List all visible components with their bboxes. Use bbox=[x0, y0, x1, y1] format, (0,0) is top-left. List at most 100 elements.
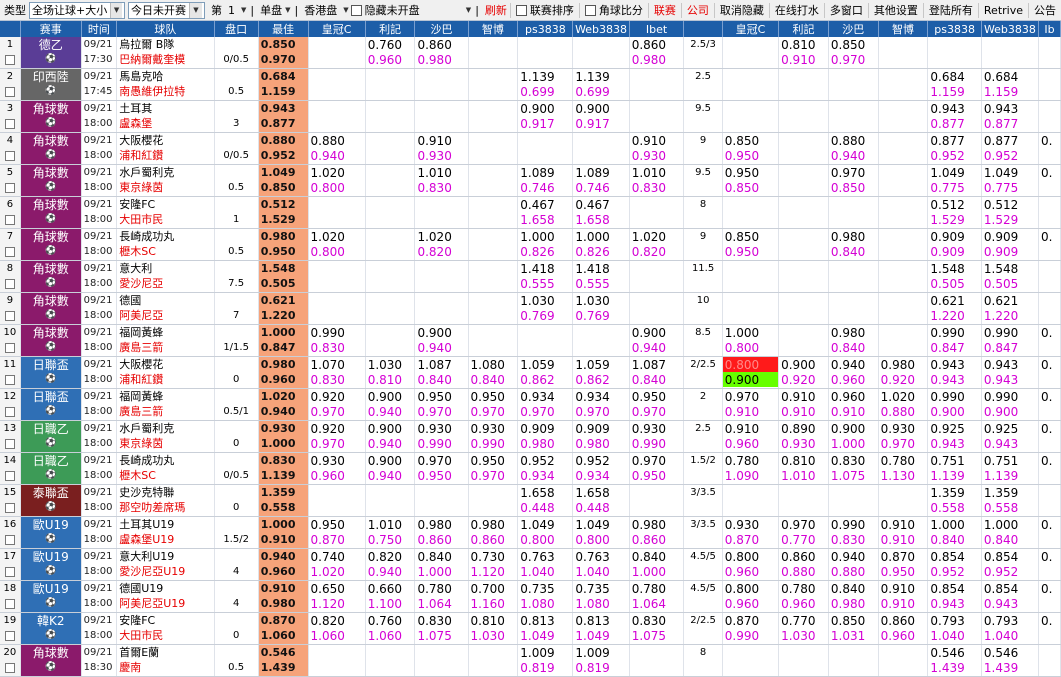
row-checkbox[interactable] bbox=[4, 631, 15, 641]
odds-away[interactable]: 1.040 bbox=[984, 628, 1036, 643]
odds-away[interactable]: 1.120 bbox=[311, 596, 363, 611]
odds-cell[interactable]: 1.049 0.775 bbox=[927, 164, 982, 197]
odds-cell[interactable]: 0.621 1.220 bbox=[981, 292, 1039, 325]
odds-home[interactable] bbox=[632, 293, 682, 308]
odds-away[interactable]: 1.120 bbox=[471, 564, 516, 579]
odds-away[interactable]: 0.930 bbox=[781, 436, 826, 451]
col-time[interactable]: 时间 bbox=[81, 21, 118, 37]
odds-home[interactable] bbox=[471, 293, 516, 308]
odds-away[interactable]: 0.819 bbox=[575, 660, 626, 675]
odds-away[interactable] bbox=[781, 340, 826, 355]
odds-cell[interactable] bbox=[365, 260, 416, 293]
odds-away[interactable]: 0.830 bbox=[417, 180, 465, 195]
odds-cell-truncated[interactable]: 0. bbox=[1038, 548, 1061, 581]
odds-home[interactable]: 0.780 bbox=[417, 581, 465, 596]
odds-away[interactable]: 0.910 bbox=[781, 404, 826, 419]
odds-away[interactable] bbox=[632, 308, 682, 323]
odds-home[interactable]: 0.880 bbox=[831, 133, 876, 148]
odds-away[interactable] bbox=[1041, 52, 1058, 67]
odds-home[interactable]: 0.900 bbox=[368, 453, 413, 468]
odds-away[interactable]: 0.850 bbox=[725, 180, 776, 195]
odds-away[interactable]: 1.040 bbox=[575, 564, 626, 579]
odds-cell[interactable]: 0.910 0.910 bbox=[878, 516, 929, 549]
odds-away[interactable] bbox=[881, 340, 926, 355]
odds-home[interactable]: 0.810 bbox=[781, 453, 826, 468]
odds-away[interactable]: 0.862 bbox=[575, 372, 626, 387]
odds-cell[interactable]: 1.359 0.558 bbox=[927, 484, 982, 517]
odds-cell[interactable] bbox=[878, 292, 929, 325]
odds-away[interactable]: 0.860 bbox=[632, 532, 682, 547]
odds-cell-truncated[interactable]: 0. bbox=[1038, 228, 1061, 261]
odds-home[interactable]: 0.980 bbox=[881, 357, 926, 372]
odds-home[interactable]: 0.760 bbox=[368, 613, 413, 628]
odds-home[interactable]: 0.970 bbox=[831, 165, 876, 180]
odds-home[interactable]: 0. bbox=[1041, 581, 1058, 596]
odds-cell[interactable]: 0.980 0.860 bbox=[414, 516, 469, 549]
odds-cell[interactable] bbox=[468, 324, 519, 357]
odds-cell[interactable]: 0.877 0.952 bbox=[927, 132, 982, 165]
odds-away[interactable]: 0.960 bbox=[725, 564, 776, 579]
row-checkbox[interactable] bbox=[4, 279, 15, 289]
odds-away[interactable] bbox=[1041, 276, 1058, 291]
odds-home[interactable] bbox=[725, 197, 776, 212]
odds-away[interactable] bbox=[831, 660, 876, 675]
team-cell[interactable]: 安隆FC 大田市民 bbox=[116, 196, 215, 229]
odds-away[interactable]: 0.910 bbox=[831, 404, 876, 419]
odds-cell[interactable] bbox=[308, 260, 366, 293]
odds-home[interactable]: 0.940 bbox=[831, 549, 876, 564]
odds-cell[interactable]: 0.909 0.909 bbox=[981, 228, 1039, 261]
odds-home[interactable] bbox=[471, 37, 516, 52]
odds-away[interactable] bbox=[471, 308, 516, 323]
odds-cell[interactable]: 0.990 0.900 bbox=[927, 388, 982, 421]
odds-cell[interactable]: 0.890 0.930 bbox=[778, 420, 829, 453]
team-cell[interactable]: 水戶蜀利克 東京綠茵 bbox=[116, 164, 215, 197]
odds-cell[interactable] bbox=[517, 132, 574, 165]
odds-cell[interactable]: 1.658 0.448 bbox=[572, 484, 630, 517]
odds-cell[interactable]: 0.760 1.060 bbox=[365, 612, 416, 645]
odds-cell[interactable]: 0.980 0.920 bbox=[878, 356, 929, 389]
odds-home[interactable]: 0.943 bbox=[984, 357, 1036, 372]
odds-home[interactable] bbox=[831, 101, 876, 116]
odds-cell[interactable]: 0.950 0.870 bbox=[308, 516, 366, 549]
odds-away[interactable]: 0.960 bbox=[881, 628, 926, 643]
odds-away[interactable] bbox=[632, 212, 682, 227]
odds-cell[interactable]: 1.009 0.819 bbox=[572, 644, 630, 677]
odds-away[interactable] bbox=[417, 212, 465, 227]
odds-away[interactable]: 0.990 bbox=[417, 436, 465, 451]
odds-home[interactable] bbox=[575, 325, 626, 340]
odds-cell[interactable]: 1.049 0.775 bbox=[981, 164, 1039, 197]
odds-cell[interactable]: 1.000 0.826 bbox=[572, 228, 630, 261]
odds-cell[interactable] bbox=[828, 68, 879, 101]
odds-away[interactable] bbox=[1041, 436, 1058, 451]
odds-away[interactable] bbox=[368, 500, 413, 515]
odds-cell[interactable] bbox=[828, 196, 879, 229]
odds-cell[interactable]: 0.950 0.970 bbox=[468, 452, 519, 485]
odds-cell[interactable]: 1.000 0.826 bbox=[517, 228, 574, 261]
odds-cell-truncated[interactable] bbox=[1038, 68, 1061, 101]
odds-home[interactable]: 0.940 bbox=[831, 357, 876, 372]
odds-cell[interactable]: 0.820 1.060 bbox=[308, 612, 366, 645]
odds-home[interactable]: 0.900 bbox=[831, 421, 876, 436]
odds-cell[interactable]: 0.943 0.943 bbox=[927, 356, 982, 389]
odds-cell[interactable]: 0.770 1.030 bbox=[778, 612, 829, 645]
odds-cell[interactable] bbox=[517, 324, 574, 357]
odds-away[interactable]: 0.769 bbox=[520, 308, 570, 323]
league-cell[interactable]: 印西陸 ⚽ bbox=[20, 68, 82, 101]
odds-home[interactable]: 0.930 bbox=[725, 517, 776, 532]
table-row[interactable]: 4 角球數 ⚽ 09/21 18:00 大阪櫻花 浦和紅鑽 0/0.5 0.880 0.952 0… bbox=[0, 132, 1061, 165]
odds-cell[interactable] bbox=[414, 484, 469, 517]
odds-cell[interactable]: 0.684 1.159 bbox=[927, 68, 982, 101]
league-cell[interactable]: 日聯盃 ⚽ bbox=[20, 356, 82, 389]
odds-home[interactable]: 1.359 bbox=[984, 485, 1036, 500]
odds-away[interactable]: 0.940 bbox=[368, 468, 413, 483]
odds-home[interactable]: 0.920 bbox=[311, 421, 363, 436]
odds-cell[interactable]: 0.930 0.990 bbox=[468, 420, 519, 453]
odds-away[interactable] bbox=[1041, 116, 1058, 131]
odds-cell[interactable] bbox=[414, 100, 469, 133]
odds-away[interactable]: 1.020 bbox=[311, 564, 363, 579]
odds-cell[interactable]: 0.650 1.120 bbox=[308, 580, 366, 613]
row-checkbox[interactable] bbox=[4, 439, 15, 449]
page-dropdown[interactable]: ▼ | bbox=[238, 4, 257, 17]
odds-away[interactable]: 0.990 bbox=[471, 436, 516, 451]
odds-cell[interactable]: 0.909 0.909 bbox=[927, 228, 982, 261]
